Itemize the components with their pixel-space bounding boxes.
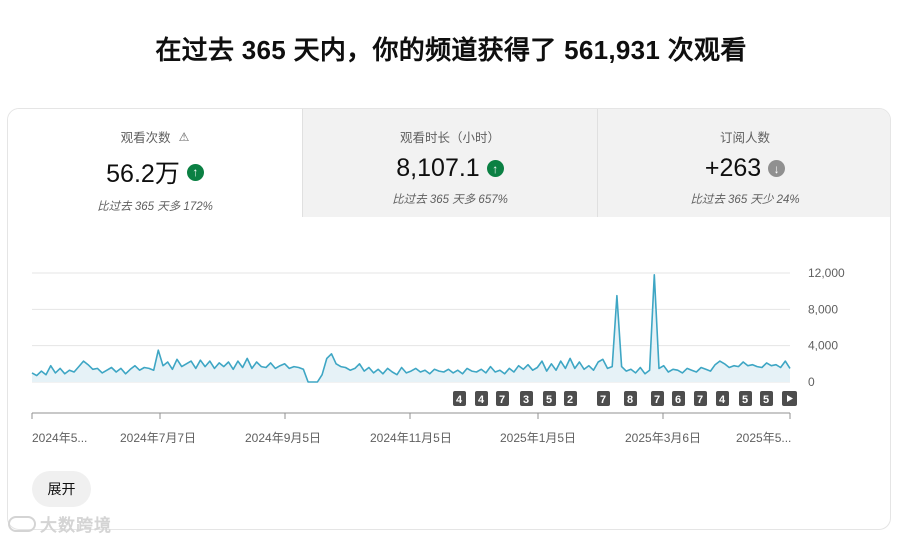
event-marker-label: 5	[763, 394, 769, 406]
event-marker-label: 5	[742, 394, 748, 406]
metric-value: +263	[704, 154, 762, 182]
metric-tab-subscribers[interactable]: 订阅人数 +263 ↓ 比过去 365 天少 24%	[597, 109, 890, 217]
metric-value-row: +263 ↓	[598, 154, 890, 183]
metric-tab-watch-time[interactable]: 观看时长（小时） 8,107.1 ↑ 比过去 365 天多 657%	[302, 109, 597, 217]
x-tick-label: 2024年5...	[32, 431, 87, 445]
x-tick-label: 2025年5...	[736, 431, 791, 445]
metric-label-text: 观看次数	[120, 131, 171, 145]
y-tick-label: 4,000	[808, 339, 838, 353]
event-marker-label: 6	[675, 394, 681, 406]
metric-label: 观看时长（小时）	[303, 127, 597, 146]
event-marker-label: 4	[456, 394, 463, 406]
x-tick-label: 2024年9月5日	[245, 431, 321, 445]
watermark: 大数跨境	[8, 511, 112, 536]
event-marker-label: 7	[654, 394, 660, 406]
x-tick-label: 2025年3月6日	[625, 431, 701, 445]
metric-label: 订阅人数	[598, 127, 890, 146]
event-marker-label: 8	[627, 394, 633, 406]
metric-label-text: 观看时长（小时）	[399, 131, 500, 145]
watermark-text: 大数跨境	[40, 516, 112, 535]
expand-button[interactable]: 展开	[32, 471, 91, 507]
y-tick-label: 8,000	[808, 302, 838, 316]
warning-icon[interactable]: ⚠	[179, 130, 190, 144]
area-fill	[32, 274, 790, 382]
metric-value-row: 56.2万 ↑	[8, 154, 302, 190]
metric-tab-views[interactable]: 观看次数 ⚠ 56.2万 ↑ 比过去 365 天多 172%	[8, 109, 302, 217]
event-marker-label: 5	[546, 394, 552, 406]
series-line	[31, 274, 791, 383]
arrow-up-icon: ↑	[486, 160, 504, 177]
arrow-up-icon: ↑	[186, 163, 204, 181]
metric-comparison: 比过去 365 天多 172%	[97, 201, 213, 213]
event-marker-label: 4	[719, 394, 726, 406]
analytics-card: 观看次数 ⚠ 56.2万 ↑ 比过去 365 天多 172% 观看时长（小时） …	[7, 108, 891, 530]
event-marker-label: 7	[499, 394, 505, 406]
metric-comparison: 比过去 365 天少 24%	[690, 194, 800, 206]
x-tick-label: 2025年1月5日	[500, 431, 576, 445]
metric-comparison: 比过去 365 天多 657%	[392, 194, 508, 206]
metric-tabs: 观看次数 ⚠ 56.2万 ↑ 比过去 365 天多 172% 观看时长（小时） …	[8, 109, 890, 217]
metric-label-text: 订阅人数	[719, 131, 770, 145]
page-title: 在过去 365 天内，你的频道获得了 561,931 次观看	[155, 35, 747, 65]
watermark-logo-icon	[8, 515, 36, 532]
event-marker-label: 7	[600, 394, 606, 406]
metric-label: 观看次数 ⚠	[8, 127, 302, 146]
y-tick-label: 0	[808, 375, 815, 389]
event-marker-label: 2	[567, 394, 573, 406]
x-tick-label: 2024年7月7日	[120, 431, 196, 445]
views-chart: 12,000 8,000 4,000 0 2024年5... 2024年7月7日 2024年…	[8, 217, 890, 457]
y-tick-label: 12,000	[808, 266, 845, 280]
event-marker-label: 7	[697, 394, 703, 406]
x-tick-label: 2024年11月5日	[370, 431, 452, 445]
chart-svg: 12,000 8,000 4,000 0 2024年5... 2024年7月7日 2024年…	[31, 266, 845, 445]
metric-value: 56.2万	[106, 160, 180, 188]
arrow-down-icon: ↓	[768, 160, 786, 177]
metric-value-row: 8,107.1 ↑	[303, 154, 597, 183]
event-marker-label: 3	[523, 394, 529, 406]
event-marker-label: 4	[478, 394, 485, 406]
metric-value: 8,107.1	[396, 154, 480, 182]
